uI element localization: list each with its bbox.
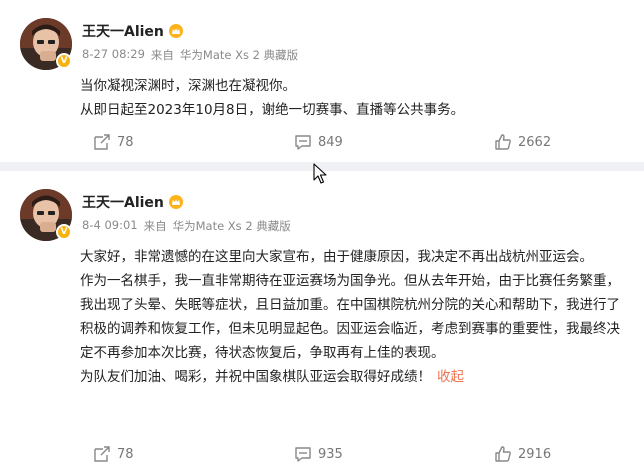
comment-icon bbox=[295, 135, 311, 150]
post-meta: 8-27 08:29 来自 华为Mate Xs 2 典藏版 bbox=[82, 47, 298, 63]
comment-button[interactable]: 849 bbox=[294, 130, 343, 154]
comment-count: 849 bbox=[318, 134, 343, 150]
post-paragraph: 当你凝视深渊时，深渊也在凝视你。 bbox=[80, 78, 296, 94]
collapse-link[interactable]: 收起 bbox=[437, 369, 464, 385]
source-prefix: 来自 bbox=[143, 219, 167, 233]
source-device: 华为Mate Xs 2 典藏版 bbox=[172, 219, 291, 233]
post-content: 大家好，非常遗憾的在这里向大家宣布，由于健康原因，我决定不再出战杭州亚运会。 作… bbox=[80, 245, 626, 389]
repost-button[interactable]: 78 bbox=[93, 442, 134, 466]
repost-button[interactable]: 78 bbox=[93, 130, 134, 154]
post-paragraph: 大家好，非常遗憾的在这里向大家宣布，由于健康原因，我决定不再出战杭州亚运会。 bbox=[80, 249, 593, 265]
repost-count: 78 bbox=[117, 134, 134, 150]
post-actions: 78 849 2662 bbox=[0, 130, 644, 154]
comment-button[interactable]: 935 bbox=[294, 442, 343, 466]
name-row: 王天一Alien bbox=[82, 192, 184, 212]
repost-icon bbox=[94, 134, 110, 150]
thumbs-up-icon bbox=[495, 446, 511, 462]
verified-badge-icon: V bbox=[56, 53, 72, 69]
comment-count: 935 bbox=[318, 446, 343, 462]
weibo-post-1: V 王天一Alien 8-27 08:29 来自 华为Mate Xs 2 典藏版… bbox=[0, 0, 644, 162]
like-count: 2916 bbox=[518, 446, 552, 462]
thumbs-up-icon bbox=[495, 134, 511, 150]
post-meta: 8-4 09:01 来自 华为Mate Xs 2 典藏版 bbox=[82, 218, 291, 234]
username[interactable]: 王天一Alien bbox=[82, 21, 164, 41]
like-count: 2662 bbox=[518, 134, 552, 150]
mouse-cursor-icon bbox=[313, 163, 327, 184]
post-date[interactable]: 8-27 08:29 bbox=[82, 47, 145, 63]
post-actions: 78 935 2916 bbox=[0, 442, 644, 466]
post-paragraph-text: 为队友们加油、喝彩，并祝中国象棋队亚运会取得好成绩！ bbox=[80, 369, 431, 385]
like-button[interactable]: 2662 bbox=[494, 130, 551, 154]
vip-crown-icon bbox=[168, 195, 183, 209]
repost-count: 78 bbox=[117, 446, 134, 462]
source-device: 华为Mate Xs 2 典藏版 bbox=[179, 48, 299, 62]
verified-badge-icon: V bbox=[56, 224, 72, 240]
post-date[interactable]: 8-4 09:01 bbox=[82, 218, 138, 234]
post-paragraph: 从即日起至2023年10月8日，谢绝一切赛事、直播等公共事务。 bbox=[80, 102, 465, 118]
vip-crown-icon bbox=[168, 24, 183, 38]
comment-icon bbox=[295, 447, 311, 462]
post-paragraph: 作为一名棋手，我一直非常期待在亚运赛场为国争光。但从去年开始，由于比赛任务繁重，… bbox=[80, 273, 620, 361]
like-button[interactable]: 2916 bbox=[494, 442, 551, 466]
post-content: 当你凝视深渊时，深渊也在凝视你。 从即日起至2023年10月8日，谢绝一切赛事、… bbox=[80, 74, 626, 122]
repost-icon bbox=[94, 446, 110, 462]
source-prefix: 来自 bbox=[150, 48, 174, 62]
post-paragraph-last: 为队友们加油、喝彩，并祝中国象棋队亚运会取得好成绩！ 收起 bbox=[80, 365, 626, 389]
name-row: 王天一Alien bbox=[82, 21, 184, 41]
username[interactable]: 王天一Alien bbox=[82, 192, 164, 212]
weibo-post-2: V 王天一Alien 8-4 09:01 来自 华为Mate Xs 2 典藏版 … bbox=[0, 171, 644, 475]
